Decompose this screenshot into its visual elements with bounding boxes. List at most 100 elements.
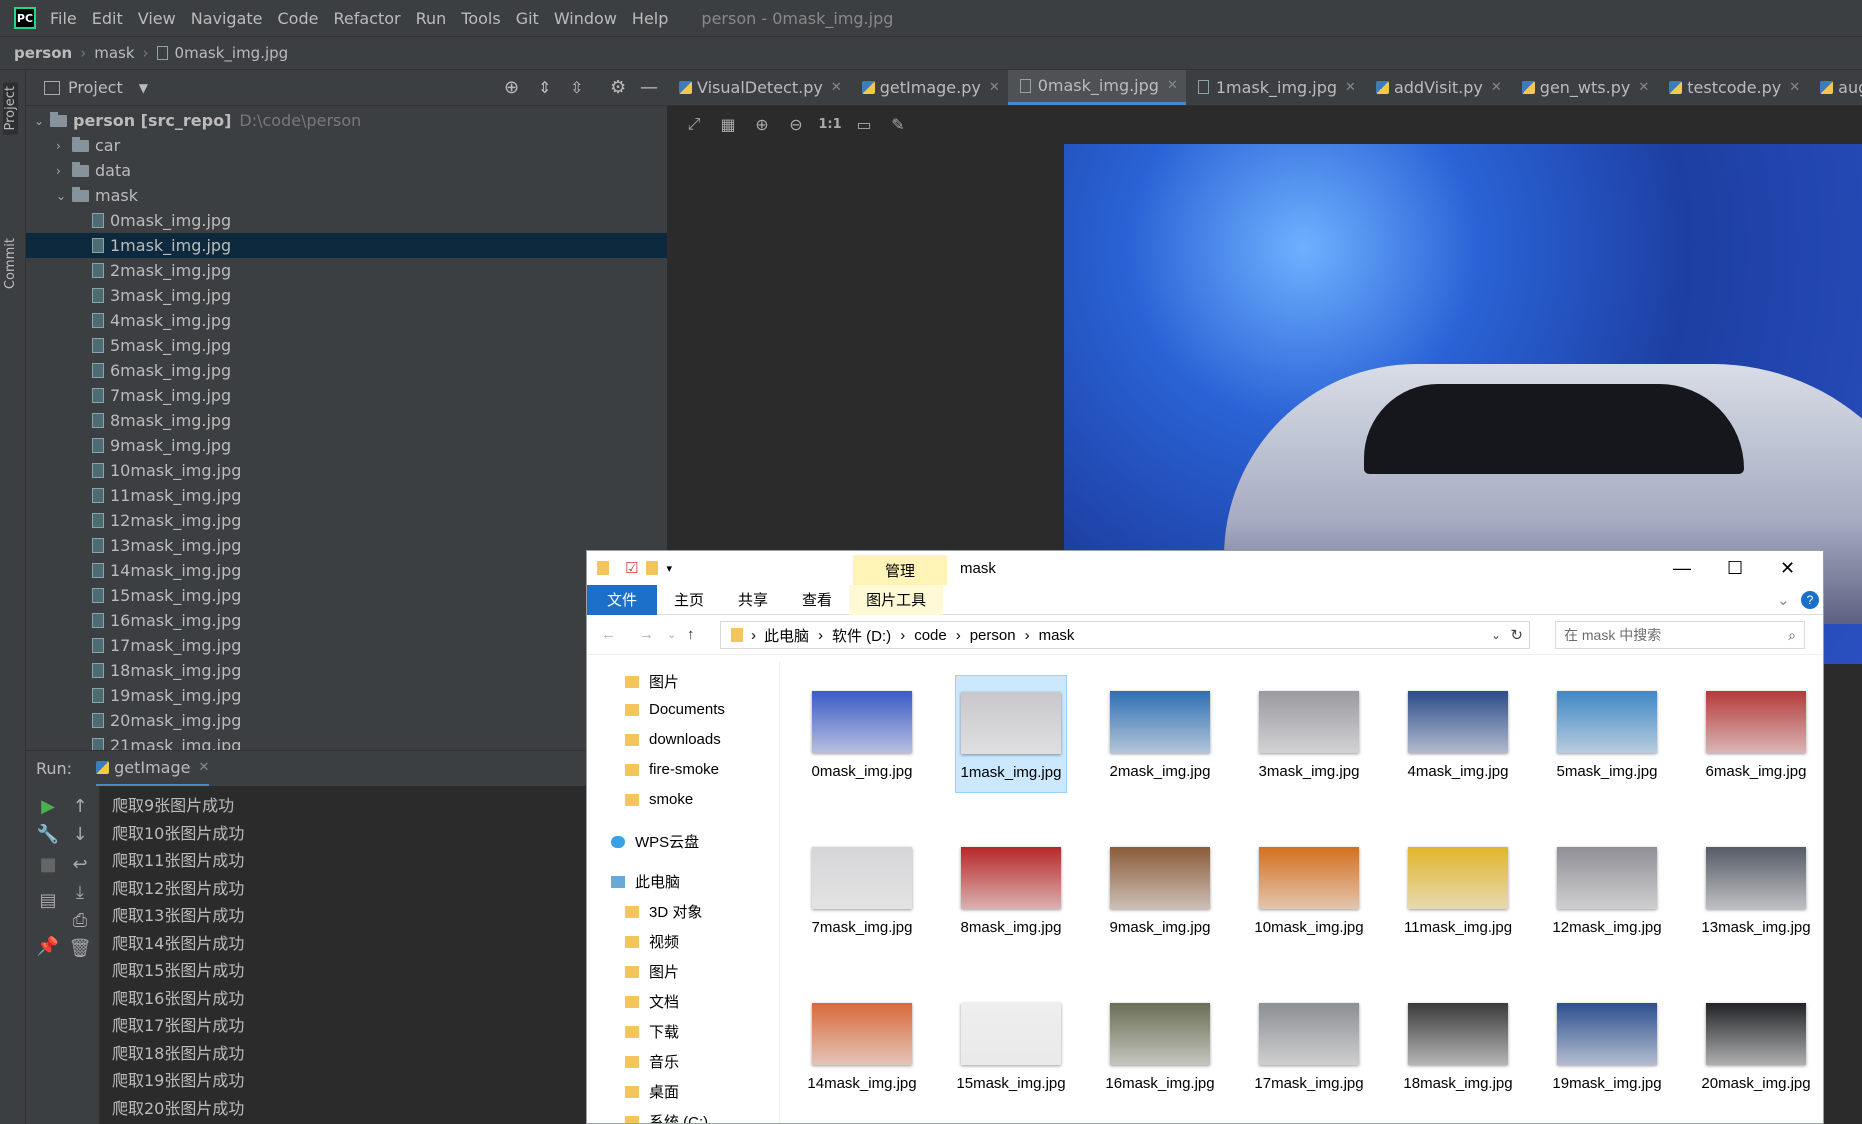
search-input[interactable]: 在 mask 中搜索 ⌕	[1555, 621, 1805, 649]
tab-0mask-img[interactable]: 0mask_img.jpg ✕	[1007, 70, 1186, 105]
close-icon[interactable]: ✕	[198, 760, 209, 775]
file-thumbnail[interactable]: 19mask_img.jpg	[1551, 987, 1663, 1105]
nav-item[interactable]: 图片	[625, 671, 679, 692]
crumb-code[interactable]: code	[914, 627, 947, 644]
stop-icon[interactable]: ■	[36, 854, 60, 878]
nav-item[interactable]: 音乐	[625, 1051, 679, 1072]
actual-size-button[interactable]: 1:1	[813, 117, 847, 132]
new-folder-icon[interactable]	[646, 561, 659, 575]
nav-item[interactable]: 文档	[625, 991, 679, 1012]
ribbon-tab-view[interactable]: 查看	[785, 585, 849, 615]
menu-help[interactable]: Help	[632, 9, 668, 28]
chevron-down-icon[interactable]: ⌄	[56, 189, 72, 203]
close-icon[interactable]: ✕	[1491, 80, 1502, 95]
file-thumbnail[interactable]: 16mask_img.jpg	[1104, 987, 1216, 1105]
gear-icon[interactable]: ⚙	[610, 77, 626, 98]
close-icon[interactable]: ✕	[1638, 80, 1649, 95]
run-icon[interactable]: ▶	[36, 796, 60, 820]
nav-item[interactable]: WPS云盘	[611, 831, 699, 852]
crumb-mask[interactable]: mask	[1039, 627, 1075, 644]
back-arrow-icon[interactable]: ←	[601, 626, 616, 643]
tab-testcode[interactable]: testcode.py ✕	[1657, 70, 1808, 105]
close-icon[interactable]: ✕	[1345, 80, 1356, 95]
nav-item[interactable]: downloads	[625, 731, 721, 748]
expand-all-icon[interactable]: ⇕	[538, 78, 551, 97]
tree-file-item[interactable]: 3mask_img.jpg	[92, 283, 231, 308]
tree-file-item[interactable]: 9mask_img.jpg	[92, 433, 231, 458]
file-thumbnail[interactable]: 12mask_img.jpg	[1551, 831, 1663, 949]
nav-item[interactable]: 3D 对象	[625, 901, 702, 922]
nav-item[interactable]: Documents	[625, 701, 725, 718]
file-thumbnail[interactable]: 0mask_img.jpg	[806, 675, 918, 793]
run-tab-getimage[interactable]: getImage ✕	[96, 751, 210, 787]
scroll-to-end-icon[interactable]: ⤓	[68, 882, 92, 906]
menu-refactor[interactable]: Refactor	[333, 9, 400, 28]
up-arrow-icon[interactable]: ↑	[68, 796, 92, 820]
project-panel-title[interactable]: Project	[68, 78, 123, 97]
close-icon[interactable]: ✕	[1789, 80, 1800, 95]
tab-commit-tool[interactable]: Commit	[3, 238, 18, 289]
ribbon-tab-picture-tools[interactable]: 图片工具	[849, 584, 944, 615]
file-thumbnail[interactable]: 17mask_img.jpg	[1253, 987, 1365, 1105]
chevron-down-icon[interactable]: ⌄	[1777, 591, 1790, 609]
tree-file-item[interactable]: 1mask_img.jpg	[26, 233, 667, 258]
tree-file-item[interactable]: 10mask_img.jpg	[92, 458, 241, 483]
file-thumbnail[interactable]: 11mask_img.jpg	[1402, 831, 1514, 949]
tree-root[interactable]: ⌄ person [src_repo] D:\code\person	[34, 108, 361, 133]
tree-file-item[interactable]: 18mask_img.jpg	[92, 658, 241, 683]
breadcrumb-file[interactable]: 0mask_img.jpg	[175, 44, 289, 62]
tree-file-item[interactable]: 15mask_img.jpg	[92, 583, 241, 608]
menu-window[interactable]: Window	[554, 9, 617, 28]
tree-file-item[interactable]: 7mask_img.jpg	[92, 383, 231, 408]
file-thumbnail[interactable]: 1mask_img.jpg	[955, 675, 1067, 793]
close-icon[interactable]: ✕	[831, 80, 842, 95]
menu-view[interactable]: View	[138, 9, 176, 28]
file-thumbnail[interactable]: 15mask_img.jpg	[955, 987, 1067, 1105]
menu-tools[interactable]: Tools	[461, 9, 500, 28]
file-thumbnail[interactable]: 4mask_img.jpg	[1402, 675, 1514, 793]
tab-visualdetect[interactable]: VisualDetect.py ✕	[667, 70, 850, 105]
menu-run[interactable]: Run	[416, 9, 447, 28]
tab-addvisit[interactable]: addVisit.py ✕	[1364, 70, 1510, 105]
tree-file-item[interactable]: 0mask_img.jpg	[92, 208, 231, 233]
locate-icon[interactable]: ⊕	[504, 77, 519, 98]
file-thumbnail[interactable]: 6mask_img.jpg	[1700, 675, 1812, 793]
color-picker-icon[interactable]: ✎	[881, 115, 915, 134]
address-breadcrumb[interactable]: › 此电脑 › 软件 (D:) › code › person › mask ⌄ ↻	[720, 621, 1530, 649]
recent-chevron-icon[interactable]: ⌄	[667, 628, 676, 641]
breadcrumb-folder[interactable]: mask	[94, 44, 134, 62]
tree-file-item[interactable]: 6mask_img.jpg	[92, 358, 231, 383]
nav-item[interactable]: 桌面	[625, 1081, 679, 1102]
file-thumbnail[interactable]: 3mask_img.jpg	[1253, 675, 1365, 793]
up-arrow-icon[interactable]: ↑	[687, 626, 695, 643]
file-thumbnail[interactable]: 18mask_img.jpg	[1402, 987, 1514, 1105]
pin-icon[interactable]: 📌	[36, 936, 60, 960]
file-thumbnail[interactable]: 2mask_img.jpg	[1104, 675, 1216, 793]
soft-wrap-icon[interactable]: ↩	[68, 854, 92, 878]
ribbon-tab-share[interactable]: 共享	[721, 585, 785, 615]
menu-git[interactable]: Git	[516, 9, 539, 28]
refresh-icon[interactable]: ↻	[1510, 626, 1523, 644]
zoom-in-icon[interactable]: ⊕	[745, 115, 779, 134]
nav-item[interactable]: smoke	[625, 791, 693, 808]
maximize-button[interactable]: ☐	[1727, 558, 1743, 579]
nav-item[interactable]: 此电脑	[611, 871, 680, 892]
close-icon[interactable]: ✕	[989, 80, 1000, 95]
wrench-icon[interactable]: 🔧	[36, 824, 60, 848]
chevron-down-icon[interactable]: ⌄	[1491, 628, 1501, 642]
close-icon[interactable]: ✕	[1167, 78, 1178, 93]
ribbon-tab-home[interactable]: 主页	[657, 585, 721, 615]
tree-file-item[interactable]: 8mask_img.jpg	[92, 408, 231, 433]
file-thumbnail[interactable]: 10mask_img.jpg	[1253, 831, 1365, 949]
crumb-person[interactable]: person	[970, 627, 1016, 644]
trash-icon[interactable]: 🗑	[68, 938, 92, 962]
tree-folder-car[interactable]: › car	[56, 133, 120, 158]
nav-item[interactable]: fire-smoke	[625, 761, 719, 778]
file-thumbnail[interactable]: 20mask_img.jpg	[1700, 987, 1812, 1105]
crumb-drive-d[interactable]: 软件 (D:)	[832, 625, 891, 646]
tree-file-item[interactable]: 19mask_img.jpg	[92, 683, 241, 708]
tree-file-item[interactable]: 16mask_img.jpg	[92, 608, 241, 633]
breadcrumb-project[interactable]: person	[14, 44, 72, 62]
chevron-down-icon[interactable]: ⌄	[34, 114, 50, 128]
nav-item[interactable]: 图片	[625, 961, 679, 982]
